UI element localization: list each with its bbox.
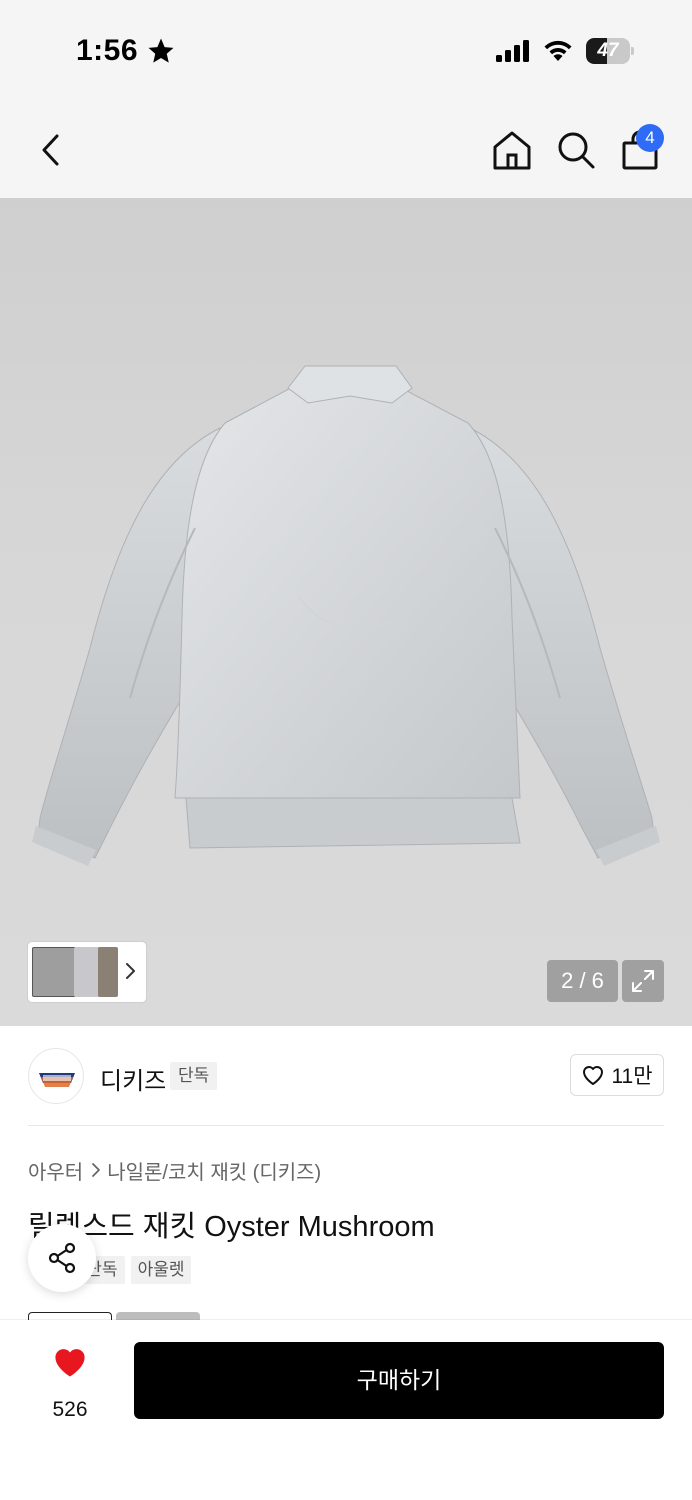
battery-icon: 47 — [586, 38, 634, 64]
breadcrumb-item-subcategory[interactable]: 나일론/코치 재킷 (디키즈) — [107, 1156, 321, 1185]
chevron-right-icon — [91, 1162, 101, 1178]
nav-bar — [0, 100, 692, 198]
chevron-right-icon — [126, 963, 135, 979]
breadcrumb: 아우터 나일론/코치 재킷 (디키즈) — [28, 1156, 321, 1184]
back-button[interactable] — [30, 128, 70, 172]
brand-logo[interactable] — [28, 1048, 84, 1104]
brand-row[interactable]: 디키즈 단독 11만 — [0, 1026, 692, 1126]
status-time: 1:56 — [76, 34, 139, 67]
brand-like-count: 11만 — [611, 1065, 653, 1088]
expand-button[interactable] — [622, 960, 664, 1002]
thumbnail-2[interactable] — [74, 947, 100, 997]
search-icon — [558, 132, 595, 169]
wifi-icon — [544, 40, 572, 61]
product-jacket-image — [32, 365, 660, 866]
cart-count-badge: 4 — [636, 124, 664, 152]
product-image-gallery[interactable]: 2 / 6 — [0, 198, 692, 1026]
home-icon — [493, 131, 531, 170]
home-button[interactable] — [490, 128, 534, 172]
wishlist-count: 526 — [52, 1398, 88, 1421]
brand-logo-mark — [39, 1073, 75, 1087]
brand-like-button[interactable]: 11만 — [570, 1054, 664, 1096]
image-page-indicator: 2 / 6 — [547, 960, 618, 1002]
buy-button[interactable]: 구매하기 — [134, 1342, 664, 1419]
status-bar: 1:56 47 — [0, 0, 692, 100]
chevron-left-icon — [42, 134, 59, 166]
wishlist-button[interactable]: 526 — [30, 1346, 110, 1434]
share-icon — [48, 1242, 76, 1274]
share-button[interactable] — [28, 1224, 96, 1292]
star-icon — [148, 38, 174, 63]
search-button[interactable] — [554, 128, 598, 172]
signal-icon — [496, 40, 529, 62]
brand-name[interactable]: 디키즈 — [100, 1061, 166, 1096]
brand-exclusive-badge: 단독 — [170, 1062, 218, 1090]
thumbnail-strip[interactable] — [28, 942, 146, 1002]
heart-filled-icon — [55, 1349, 85, 1377]
battery-level: 47 — [597, 40, 619, 61]
heart-outline-icon — [583, 1066, 604, 1085]
thumbnail-3[interactable] — [98, 947, 118, 997]
tag-outlet: 아울렛 — [130, 1256, 192, 1284]
thumbnail-1[interactable] — [32, 947, 76, 997]
divider — [28, 1125, 664, 1126]
product-detail-page: 1:56 47 4 2 / 6 디키즈 단독 11만 아우터 나일론/코치 재킷… — [0, 0, 692, 1500]
breadcrumb-item-category[interactable]: 아우터 — [28, 1156, 83, 1185]
expand-icon — [632, 970, 654, 992]
bottom-action-bar: 526 구매하기 — [0, 1320, 692, 1500]
